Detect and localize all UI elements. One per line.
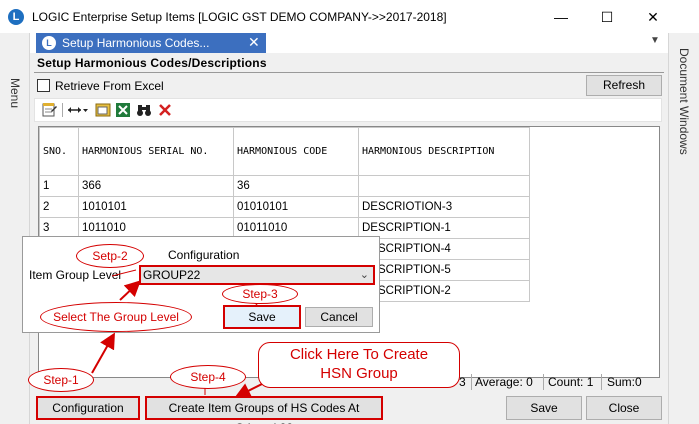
step3-callout: Step-3 [222, 284, 298, 304]
step2-arrow [119, 280, 141, 301]
click-here-line1: Click Here To Create [289, 346, 429, 363]
step2-leader [111, 269, 137, 277]
click-here-line2: HSN Group [320, 365, 398, 382]
step1-callout: Step-1 [28, 368, 94, 392]
step4-callout: Step-4 [170, 365, 246, 389]
step2-callout: Setp-2 [76, 244, 144, 268]
click-here-callout: Click Here To Create HSN Group [258, 342, 460, 388]
step1-arrow [91, 332, 115, 374]
select-group-level-callout: Select The Group Level [40, 302, 192, 332]
